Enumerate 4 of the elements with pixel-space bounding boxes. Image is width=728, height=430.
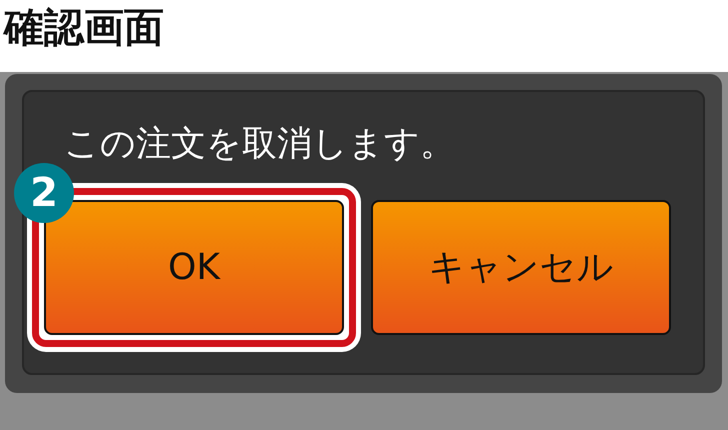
dialog-button[interactable]: キャンセル	[371, 200, 671, 335]
dialog-message: この注文を取消します。	[63, 123, 456, 166]
callout-badge: 2	[14, 163, 74, 223]
page-title: 確認画面	[2, 4, 165, 53]
